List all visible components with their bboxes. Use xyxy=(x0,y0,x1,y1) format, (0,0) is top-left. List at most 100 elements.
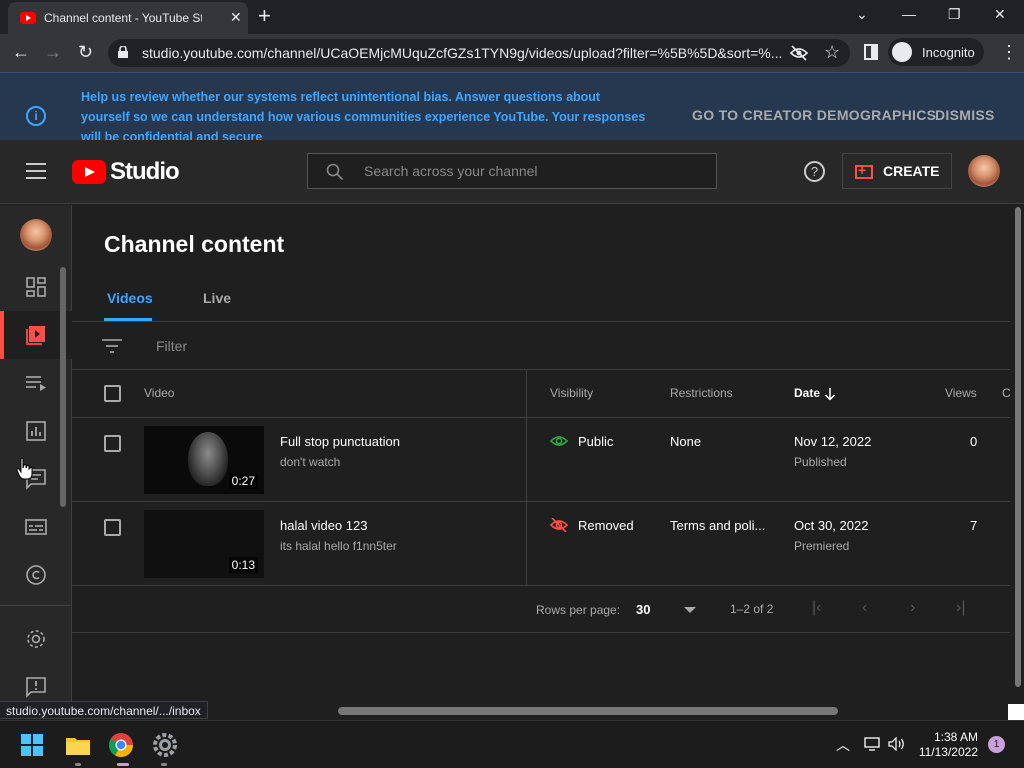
studio-logo-text[interactable]: Studio xyxy=(110,158,180,186)
dropdown-caret-icon[interactable] xyxy=(684,607,696,613)
video-title[interactable]: halal video 123 xyxy=(280,518,367,533)
tabs-divider xyxy=(72,321,1010,322)
minimize-button[interactable]: — xyxy=(902,6,916,22)
restore-button[interactable]: ❐ xyxy=(948,6,961,23)
help-icon[interactable]: ? xyxy=(804,161,825,182)
address-bar[interactable]: studio.youtube.com/channel/UCaOEMjcMUquZ… xyxy=(108,39,850,67)
eye-off-removed-icon xyxy=(550,518,568,532)
next-page-icon[interactable]: › xyxy=(910,599,915,617)
studio-header: Studio ? CREATE xyxy=(0,140,1024,204)
create-button[interactable]: CREATE xyxy=(842,153,952,189)
video-thumbnail[interactable]: 0:13 xyxy=(144,510,264,578)
table-row[interactable]: 0:27 Full stop punctuation don't watch P… xyxy=(72,418,1010,502)
column-header-visibility[interactable]: Visibility xyxy=(550,386,593,400)
window-close-button[interactable]: ✕ xyxy=(994,6,1006,23)
back-arrow-icon[interactable]: ← xyxy=(12,42,30,63)
column-header-restrictions[interactable]: Restrictions xyxy=(670,386,733,400)
volume-icon[interactable] xyxy=(888,737,906,751)
windows-start-icon[interactable] xyxy=(20,733,44,757)
settings-gear-icon[interactable] xyxy=(24,627,48,651)
first-page-icon[interactable]: |‹ xyxy=(812,599,821,617)
rows-per-page-select[interactable]: 30 xyxy=(636,602,650,617)
hamburger-menu-icon[interactable] xyxy=(26,163,46,179)
row-checkbox[interactable] xyxy=(104,519,121,536)
filter-icon[interactable] xyxy=(102,339,122,353)
tab-live[interactable]: Live xyxy=(203,290,231,306)
active-app-indicator xyxy=(117,763,129,766)
network-icon[interactable] xyxy=(864,737,880,751)
view-count: 0 xyxy=(970,434,978,449)
side-panel-icon[interactable] xyxy=(864,44,878,60)
column-header-video: Video xyxy=(144,386,175,400)
file-explorer-icon[interactable] xyxy=(64,731,92,759)
column-header-views[interactable]: Views xyxy=(945,386,977,400)
select-all-checkbox[interactable] xyxy=(104,385,121,402)
settings-app-icon[interactable] xyxy=(151,731,179,759)
sidebar-scrollbar[interactable] xyxy=(60,267,66,507)
video-description: don't watch xyxy=(280,455,341,469)
browser-tab-strip: Channel content - YouTube Studio ✕ + ⌄ —… xyxy=(0,0,1024,34)
system-clock[interactable]: 1:38 AM 11/13/2022 xyxy=(916,730,978,760)
eye-off-icon[interactable] xyxy=(790,45,808,61)
date-status: Premiered xyxy=(794,539,850,553)
content-icon[interactable] xyxy=(24,323,48,347)
subtitles-icon[interactable] xyxy=(24,515,48,539)
horizontal-scrollbar[interactable] xyxy=(338,707,838,715)
row-checkbox[interactable] xyxy=(104,435,121,452)
creator-demographics-button[interactable]: GO TO CREATOR DEMOGRAPHICS xyxy=(692,107,936,123)
restrictions-value: None xyxy=(670,434,702,449)
tray-chevron-icon[interactable]: ︿ xyxy=(836,735,850,755)
dashboard-icon[interactable] xyxy=(24,275,48,299)
hand-cursor-icon xyxy=(16,457,33,480)
dismiss-button[interactable]: DISMISS xyxy=(935,107,995,123)
sort-arrow-down-icon[interactable] xyxy=(824,387,836,401)
search-icon xyxy=(326,163,344,181)
visibility-status[interactable]: Removed xyxy=(578,518,634,533)
visibility-status[interactable]: Public xyxy=(578,434,613,449)
filter-input[interactable]: Filter xyxy=(156,338,187,354)
incognito-label: Incognito xyxy=(922,45,975,60)
youtube-favicon-icon xyxy=(20,12,36,24)
windows-taskbar: ︿ 1:38 AM 11/13/2022 1 xyxy=(0,720,1024,768)
chrome-icon[interactable] xyxy=(107,731,135,759)
clock-date: 11/13/2022 xyxy=(918,745,978,759)
scrollbar-thumb[interactable] xyxy=(1015,207,1021,687)
sidebar xyxy=(0,205,72,705)
video-title[interactable]: Full stop punctuation xyxy=(280,434,400,449)
analytics-icon[interactable] xyxy=(24,419,48,443)
copyright-icon[interactable] xyxy=(24,563,48,587)
table-row[interactable]: 0:13 halal video 123 its halal hello f1n… xyxy=(72,502,1010,586)
feedback-icon[interactable] xyxy=(24,675,48,699)
column-header-date[interactable]: Date xyxy=(794,386,820,400)
new-tab-button[interactable]: + xyxy=(258,3,271,29)
browser-tab[interactable]: Channel content - YouTube Studio ✕ xyxy=(8,2,248,34)
search-box[interactable] xyxy=(307,153,717,189)
channel-avatar[interactable] xyxy=(20,219,52,251)
previous-page-icon[interactable]: ‹ xyxy=(862,599,867,617)
search-input[interactable] xyxy=(364,160,704,182)
column-header-next[interactable]: C xyxy=(1002,386,1011,400)
filter-divider xyxy=(72,369,1010,370)
video-thumbnail[interactable]: 0:27 xyxy=(144,426,264,494)
notification-badge[interactable]: 1 xyxy=(988,736,1005,753)
browser-menu-icon[interactable]: ⋮ xyxy=(1000,42,1018,63)
reload-icon[interactable]: ↻ xyxy=(78,42,93,63)
youtube-logo-icon[interactable] xyxy=(72,160,106,184)
bookmark-star-icon[interactable]: ☆ xyxy=(824,42,840,63)
tab-search-chevron-icon[interactable]: ⌄ xyxy=(856,6,868,23)
account-avatar[interactable] xyxy=(968,155,1000,187)
playlists-icon[interactable] xyxy=(24,371,48,395)
restrictions-value[interactable]: Terms and poli... xyxy=(670,518,765,533)
video-duration: 0:13 xyxy=(228,557,258,573)
incognito-indicator[interactable]: Incognito xyxy=(888,38,984,66)
tab-close-icon[interactable]: ✕ xyxy=(230,9,242,26)
incognito-icon xyxy=(892,42,912,62)
video-date: Nov 12, 2022 xyxy=(794,434,872,449)
status-bar-url: studio.youtube.com/channel/.../inbox xyxy=(0,701,208,719)
date-status: Published xyxy=(794,455,847,469)
forward-arrow-icon[interactable]: → xyxy=(44,42,62,63)
main-scrollbar[interactable] xyxy=(1012,205,1024,705)
sidebar-divider xyxy=(0,605,72,606)
tab-videos[interactable]: Videos xyxy=(107,290,153,306)
last-page-icon[interactable]: ›| xyxy=(956,599,965,617)
